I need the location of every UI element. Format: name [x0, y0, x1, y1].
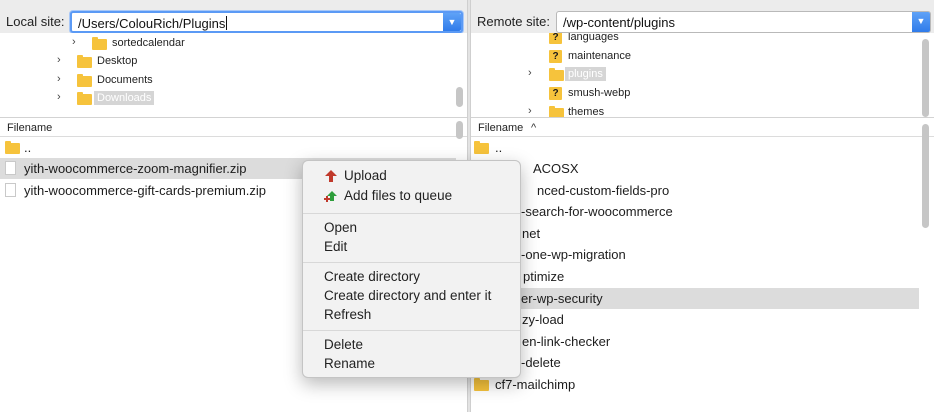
- chevron-right-icon[interactable]: ›: [57, 54, 61, 66]
- folder-icon: [77, 74, 92, 87]
- tree-scrollbar[interactable]: [456, 87, 463, 107]
- list-item[interactable]: -delete: [471, 352, 934, 373]
- list-item[interactable]: ..: [0, 137, 467, 158]
- filename-column-header[interactable]: Filename: [7, 122, 52, 134]
- remote-site-value: /wp-content/plugins: [563, 15, 676, 30]
- chevron-right-icon[interactable]: ›: [57, 91, 61, 103]
- local-file-list-header[interactable]: Filename: [0, 118, 467, 137]
- chevron-right-icon[interactable]: ›: [528, 67, 532, 79]
- list-item[interactable]: en-link-checker: [471, 331, 934, 352]
- add-queue-icon: [324, 191, 337, 202]
- list-item[interactable]: ACOSX: [471, 158, 934, 179]
- folder-icon: [474, 141, 489, 154]
- list-item[interactable]: ptimize: [471, 266, 934, 287]
- filename-column-header[interactable]: Filename: [478, 122, 523, 134]
- local-directory-tree: › sortedcalendar › Desktop › Documents ›…: [0, 33, 467, 118]
- menu-separator: [303, 262, 520, 263]
- question-folder-icon: ?: [549, 33, 562, 44]
- list-item-selected[interactable]: er-wp-security: [471, 288, 919, 309]
- menu-separator: [303, 330, 520, 331]
- remote-site-input[interactable]: /wp-content/plugins ▼: [556, 11, 931, 33]
- list-item[interactable]: ..: [471, 137, 934, 158]
- list-item[interactable]: net: [471, 223, 934, 244]
- chevron-right-icon[interactable]: ›: [528, 105, 532, 117]
- chevron-up-icon[interactable]: ^: [531, 122, 536, 134]
- folder-icon: [5, 141, 20, 154]
- question-folder-icon: ?: [549, 50, 562, 63]
- menu-separator: [303, 213, 520, 214]
- folder-icon: [474, 378, 489, 391]
- chevron-right-icon[interactable]: ›: [72, 36, 76, 48]
- list-item[interactable]: -search-for-woocommerce: [471, 201, 934, 222]
- list-item[interactable]: nced-custom-fields-pro: [471, 180, 934, 201]
- chevron-right-icon[interactable]: ›: [57, 73, 61, 85]
- folder-icon: [77, 92, 92, 105]
- text-caret: [226, 16, 228, 30]
- folder-icon: [549, 106, 564, 117]
- file-icon: [5, 161, 16, 175]
- folder-icon: [92, 37, 107, 50]
- file-icon: [5, 183, 16, 197]
- remote-pane: Remote site: /wp-content/plugins ▼ ? lan…: [471, 0, 934, 412]
- question-folder-icon: ?: [549, 87, 562, 100]
- remote-directory-tree: ? languages ? maintenance › plugins ? sm…: [471, 33, 934, 118]
- chevron-down-icon[interactable]: ▼: [443, 13, 461, 31]
- context-menu: Upload Add files to queue Open Edit Crea…: [302, 160, 521, 378]
- list-item[interactable]: zy-load: [471, 309, 934, 330]
- local-site-value: /Users/ColouRich/Plugins: [78, 16, 226, 31]
- local-site-label: Local site:: [6, 14, 65, 29]
- folder-icon: [77, 55, 92, 68]
- chevron-down-icon[interactable]: ▼: [912, 12, 930, 32]
- upload-arrow-icon: [325, 170, 337, 182]
- remote-file-list-header[interactable]: Filename ^: [471, 118, 934, 137]
- list-item[interactable]: -one-wp-migration: [471, 244, 934, 265]
- list-item[interactable]: cf7-mailchimp: [471, 374, 934, 395]
- local-site-input[interactable]: /Users/ColouRich/Plugins ▼: [70, 11, 463, 33]
- remote-site-label: Remote site:: [477, 14, 550, 29]
- tree-scrollbar[interactable]: [922, 39, 929, 117]
- folder-icon: [549, 68, 564, 81]
